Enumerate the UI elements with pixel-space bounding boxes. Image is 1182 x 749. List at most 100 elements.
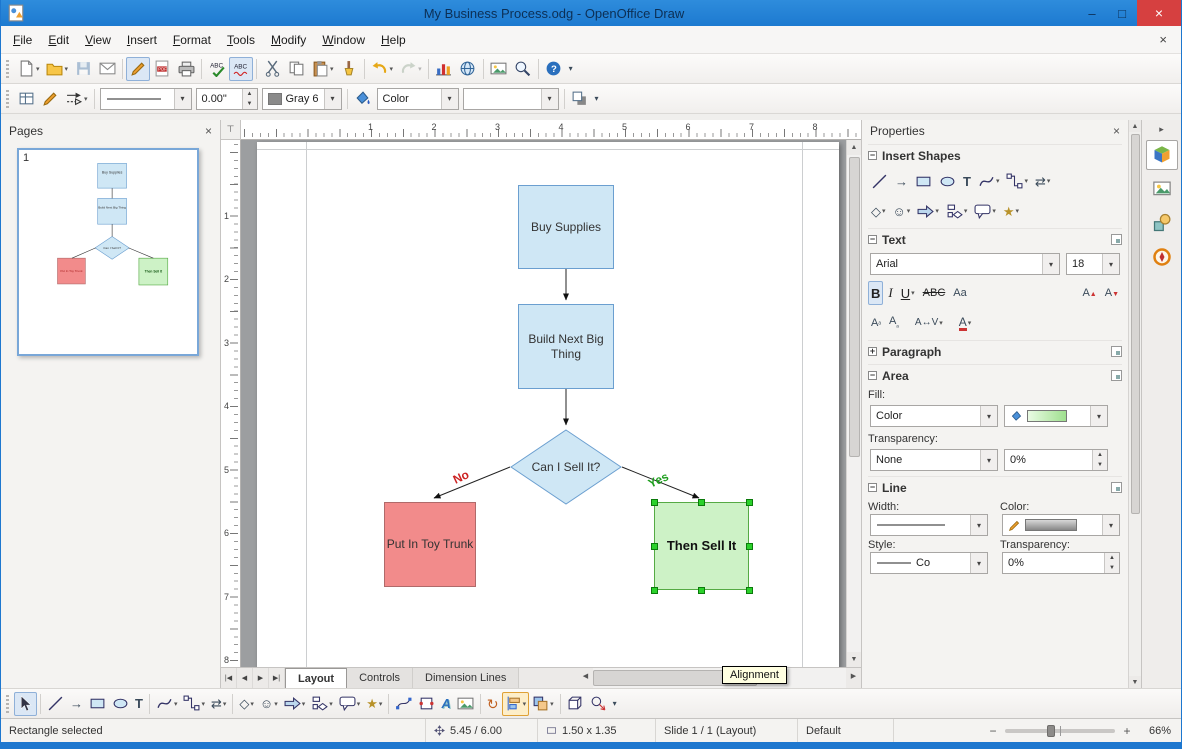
tab-controls[interactable]: Controls (347, 668, 414, 688)
chart-button[interactable] (432, 57, 456, 81)
edit-points-button[interactable] (392, 692, 415, 716)
flow-node-build-next-big-thing[interactable]: Build Next Big Thing (518, 304, 614, 389)
arrange-button[interactable] (529, 692, 557, 716)
vertical-scrollbar[interactable]: ▲ ▼ (846, 140, 862, 667)
export-pdf-button[interactable]: PDF (150, 57, 174, 81)
flow-node-can-i-sell-it[interactable]: Can I Sell It? (510, 429, 622, 505)
scroll-left-icon[interactable]: ◀ (578, 668, 593, 683)
maximize-button[interactable]: □ (1107, 0, 1137, 26)
alignment-button[interactable] (501, 691, 530, 716)
collapse-icon[interactable]: − (868, 483, 877, 492)
increase-font-button[interactable]: A▲ (1079, 281, 1099, 305)
fill-color-select[interactable]: ▾ (462, 87, 559, 110)
underline-button[interactable]: U (898, 281, 918, 305)
paste-button[interactable] (308, 57, 337, 81)
scroll-up-icon[interactable]: ▲ (846, 140, 862, 155)
text-dialog-launcher-icon[interactable] (1111, 234, 1122, 245)
flow-node-buy-supplies[interactable]: Buy Supplies (518, 185, 614, 269)
arrow-line-tool[interactable]: → (892, 169, 911, 193)
drawing-canvas[interactable]: Buy Supplies Build Next Big Thing Can I … (241, 140, 846, 667)
toolbar-options-icon[interactable]: ▾ (610, 692, 620, 716)
close-button[interactable]: × (1137, 0, 1181, 26)
vertical-scroll-thumb[interactable] (848, 157, 860, 457)
transparency-spinner[interactable]: 0% ▲ ▼ (1004, 449, 1108, 471)
zoom-out-icon[interactable]: − (987, 724, 999, 738)
menu-help[interactable]: Help (373, 28, 414, 52)
line-color-select[interactable]: Gray 6 ▾ (261, 87, 342, 110)
section-line[interactable]: − Line (868, 476, 1122, 498)
edit-file-button[interactable] (126, 56, 151, 81)
spellcheck-button[interactable]: ABC (205, 57, 229, 81)
lines-and-arrows-tool[interactable]: ⇄ (208, 692, 229, 716)
copy-button[interactable] (284, 57, 308, 81)
properties-tab[interactable] (1145, 140, 1178, 170)
scroll-right-icon[interactable]: ▶ (846, 668, 861, 683)
clone-formatting-button[interactable] (337, 57, 361, 81)
font-size-select[interactable]: 18 ▾ (1066, 253, 1120, 275)
rectangle-tool[interactable] (86, 692, 109, 716)
styles-tab[interactable] (1146, 208, 1178, 238)
selection-handle-ne[interactable] (745, 498, 753, 506)
star-shapes-tool[interactable]: ★ (363, 692, 385, 716)
superscript-button[interactable]: Aᵃ (868, 311, 884, 335)
section-text[interactable]: − Text (868, 228, 1122, 250)
toolbar-grip[interactable] (6, 59, 9, 78)
menu-insert[interactable]: Insert (119, 28, 165, 52)
toolbar-grip[interactable] (6, 89, 9, 108)
selection-handle-sw[interactable] (650, 586, 658, 594)
zoom-slider-thumb[interactable] (1046, 724, 1055, 737)
section-insert-shapes[interactable]: − Insert Shapes (868, 144, 1122, 166)
rectangle-tool[interactable] (912, 169, 935, 193)
extrusion-button[interactable] (564, 692, 587, 716)
area-dialog-launcher-icon[interactable] (1111, 370, 1122, 381)
zoom-button[interactable] (511, 57, 535, 81)
first-page-nav-icon[interactable]: |◀ (221, 668, 237, 688)
connector-tool[interactable] (180, 692, 208, 716)
line-tool[interactable] (868, 169, 891, 193)
new-button[interactable] (14, 57, 43, 81)
selection-handle-nw[interactable] (650, 498, 658, 506)
properties-scroll-thumb[interactable] (1130, 134, 1140, 514)
font-name-select[interactable]: Arial ▾ (870, 253, 1060, 275)
selection-handle-se[interactable] (745, 586, 753, 594)
minimize-button[interactable]: – (1077, 0, 1107, 26)
scroll-down-icon[interactable]: ▼ (846, 652, 862, 667)
collapse-icon[interactable]: − (868, 371, 877, 380)
properties-scrollbar[interactable]: ▲ ▼ (1128, 120, 1141, 688)
connector-tool[interactable] (1003, 169, 1031, 193)
block-arrows-tool[interactable] (281, 692, 309, 716)
sidebar-line-width-select[interactable]: ▾ (870, 514, 988, 536)
basic-shapes-tool[interactable]: ◇ (868, 199, 889, 223)
toolbar-grip[interactable] (6, 694, 9, 713)
email-button[interactable] (95, 57, 119, 81)
fill-style-select[interactable]: Color ▾ (376, 87, 459, 110)
properties-panel-close-icon[interactable]: × (1113, 124, 1120, 138)
callout-shapes-tool[interactable] (336, 692, 364, 716)
section-area[interactable]: − Area (868, 364, 1122, 386)
basic-shapes-tool[interactable]: ◇ (236, 692, 257, 716)
zoom-slider[interactable] (1005, 724, 1115, 737)
cut-button[interactable] (260, 57, 284, 81)
area-fill-style-select[interactable]: Color ▾ (870, 405, 998, 427)
line-style-select[interactable]: ▾ (99, 87, 192, 110)
ellipse-tool[interactable] (109, 692, 132, 716)
text-tool[interactable]: T (960, 169, 974, 193)
select-tool[interactable] (14, 691, 37, 716)
change-case-button[interactable]: Aa (950, 281, 969, 305)
interaction-button[interactable] (587, 692, 610, 716)
document-page[interactable]: Buy Supplies Build Next Big Thing Can I … (257, 142, 839, 667)
scroll-up-icon[interactable]: ▲ (1129, 120, 1141, 132)
line-dialog-button[interactable] (38, 87, 62, 111)
save-button[interactable] (71, 57, 95, 81)
tab-layout[interactable]: Layout (285, 668, 348, 688)
status-page-style[interactable]: Default (798, 719, 894, 742)
menu-view[interactable]: View (77, 28, 119, 52)
collapse-icon[interactable]: − (868, 235, 877, 244)
area-fill-color-select[interactable]: ▾ (1004, 405, 1108, 427)
titlebar[interactable]: My Business Process.odg - OpenOffice Dra… (1, 0, 1181, 26)
arrow-line-tool[interactable]: → (67, 692, 86, 716)
table-button[interactable] (14, 87, 38, 111)
flow-node-then-sell-it[interactable]: Then Sell It (654, 502, 749, 590)
horizontal-scrollbar[interactable]: ◀ ▶ (578, 668, 861, 688)
menu-window[interactable]: Window (314, 28, 373, 52)
